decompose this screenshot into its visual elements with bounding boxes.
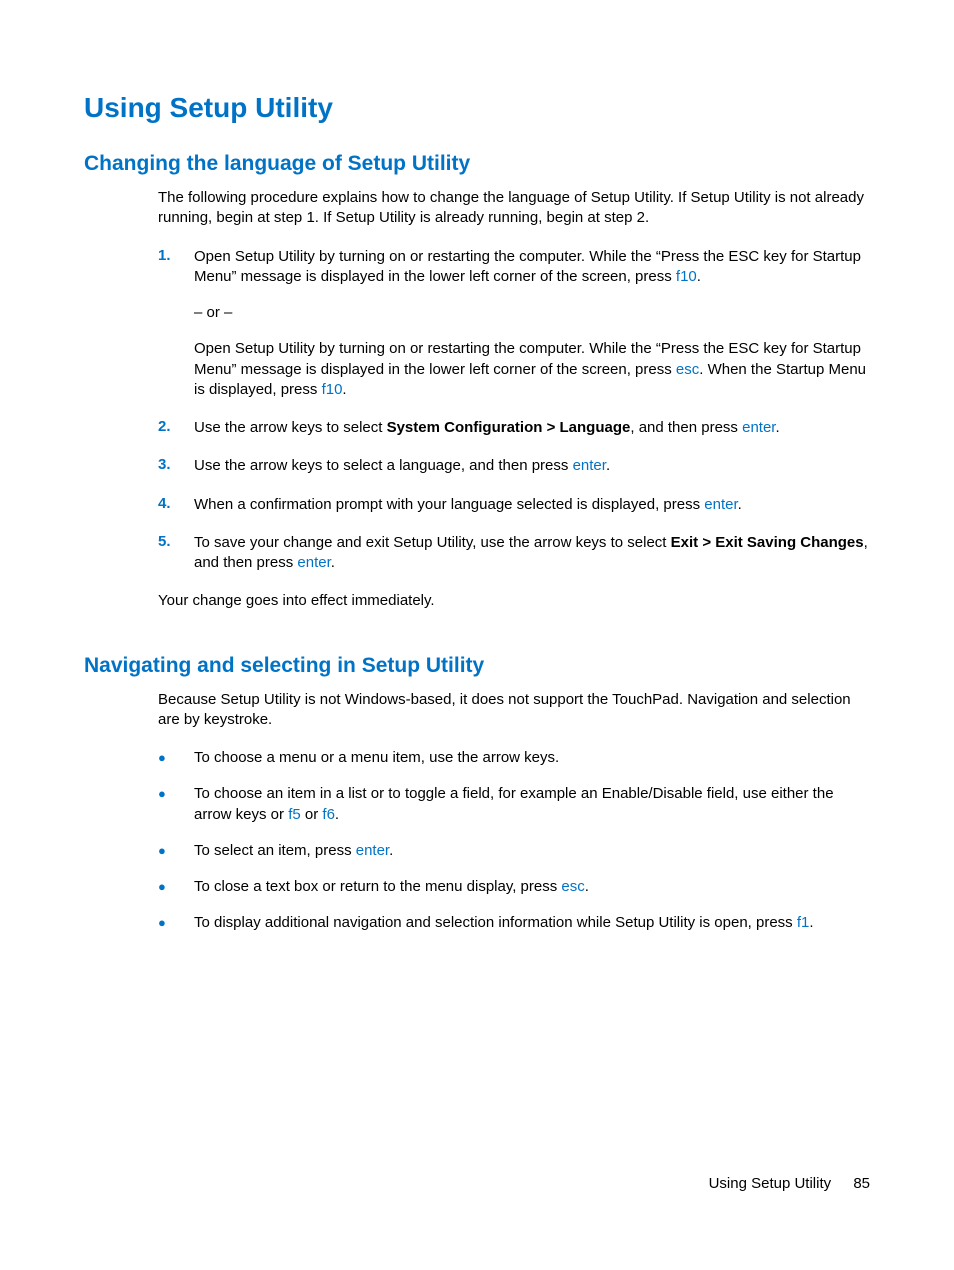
bullet-content: To choose a menu or a menu item, use the… <box>194 748 870 768</box>
text: , and then press <box>630 419 742 436</box>
list-item: ● To select an item, press enter. <box>158 841 870 861</box>
bold-menu-path: Exit > Exit Saving Changes <box>671 534 864 551</box>
bullet-content: To close a text box or return to the men… <box>194 877 870 897</box>
text: . <box>585 878 589 895</box>
step-3: 3. Use the arrow keys to select a langua… <box>158 456 870 476</box>
section1-outro: Your change goes into effect immediately… <box>158 591 870 611</box>
ordered-steps: 1. Open Setup Utility by turning on or r… <box>158 247 870 574</box>
bullet-content: To choose an item in a list or to toggle… <box>194 784 870 825</box>
bullet-icon: ● <box>158 841 194 861</box>
document-page: Using Setup Utility Changing the languag… <box>0 0 954 934</box>
key-f10: f10 <box>322 381 343 398</box>
page-title: Using Setup Utility <box>84 92 870 124</box>
text: To close a text box or return to the men… <box>194 878 561 895</box>
list-item: ● To choose a menu or a menu item, use t… <box>158 748 870 768</box>
section1-intro: The following procedure explains how to … <box>158 188 870 229</box>
text: . <box>389 842 393 859</box>
step-5: 5. To save your change and exit Setup Ut… <box>158 533 870 574</box>
text: . <box>331 554 335 571</box>
step-content: Use the arrow keys to select System Conf… <box>194 418 870 438</box>
key-esc: esc <box>676 361 699 378</box>
key-enter: enter <box>573 457 606 474</box>
step-content: Open Setup Utility by turning on or rest… <box>194 247 870 401</box>
key-enter: enter <box>297 554 330 571</box>
text: When a confirmation prompt with your lan… <box>194 496 704 513</box>
section-heading-changing-language: Changing the language of Setup Utility <box>84 152 870 176</box>
bullet-content: To display additional navigation and sel… <box>194 913 870 933</box>
step-4: 4. When a confirmation prompt with your … <box>158 495 870 515</box>
section2-intro: Because Setup Utility is not Windows-bas… <box>158 690 870 731</box>
step-number: 1. <box>158 247 194 401</box>
bullet-content: To select an item, press enter. <box>194 841 870 861</box>
text: To display additional navigation and sel… <box>194 914 797 931</box>
text: . <box>335 806 339 823</box>
key-enter: enter <box>742 419 775 436</box>
list-item: ● To display additional navigation and s… <box>158 913 870 933</box>
step-number: 2. <box>158 418 194 438</box>
step-1-a: Open Setup Utility by turning on or rest… <box>194 247 870 288</box>
step-content: Use the arrow keys to select a language,… <box>194 456 870 476</box>
list-item: ● To close a text box or return to the m… <box>158 877 870 897</box>
page-footer: Using Setup Utility 85 <box>709 1175 870 1192</box>
bullet-icon: ● <box>158 748 194 768</box>
step-number: 5. <box>158 533 194 574</box>
text: . <box>697 268 701 285</box>
footer-label: Using Setup Utility <box>709 1175 832 1192</box>
text: . <box>606 457 610 474</box>
key-enter: enter <box>356 842 389 859</box>
step-content: To save your change and exit Setup Utili… <box>194 533 870 574</box>
page-number: 85 <box>853 1175 870 1192</box>
key-f1: f1 <box>797 914 810 931</box>
text: Open Setup Utility by turning on or rest… <box>194 248 861 285</box>
text: . <box>738 496 742 513</box>
key-f5: f5 <box>288 806 301 823</box>
bullet-icon: ● <box>158 913 194 933</box>
text: . <box>809 914 813 931</box>
text: Use the arrow keys to select <box>194 419 387 436</box>
key-enter: enter <box>704 496 737 513</box>
step-1-b: Open Setup Utility by turning on or rest… <box>194 339 870 400</box>
step-2: 2. Use the arrow keys to select System C… <box>158 418 870 438</box>
step-1-or: – or – <box>194 303 870 323</box>
text: To save your change and exit Setup Utili… <box>194 534 671 551</box>
key-f10: f10 <box>676 268 697 285</box>
text: . <box>342 381 346 398</box>
list-item: ● To choose an item in a list or to togg… <box>158 784 870 825</box>
key-f6: f6 <box>322 806 335 823</box>
step-number: 4. <box>158 495 194 515</box>
text: or <box>301 806 323 823</box>
bold-menu-path: System Configuration > Language <box>387 419 631 436</box>
bullet-list: ● To choose a menu or a menu item, use t… <box>158 748 870 934</box>
section-heading-navigating: Navigating and selecting in Setup Utilit… <box>84 654 870 678</box>
bullet-icon: ● <box>158 784 194 804</box>
bullet-icon: ● <box>158 877 194 897</box>
step-number: 3. <box>158 456 194 476</box>
step-content: When a confirmation prompt with your lan… <box>194 495 870 515</box>
key-esc: esc <box>561 878 584 895</box>
text: To select an item, press <box>194 842 356 859</box>
text: . <box>775 419 779 436</box>
text: Use the arrow keys to select a language,… <box>194 457 573 474</box>
step-1: 1. Open Setup Utility by turning on or r… <box>158 247 870 401</box>
